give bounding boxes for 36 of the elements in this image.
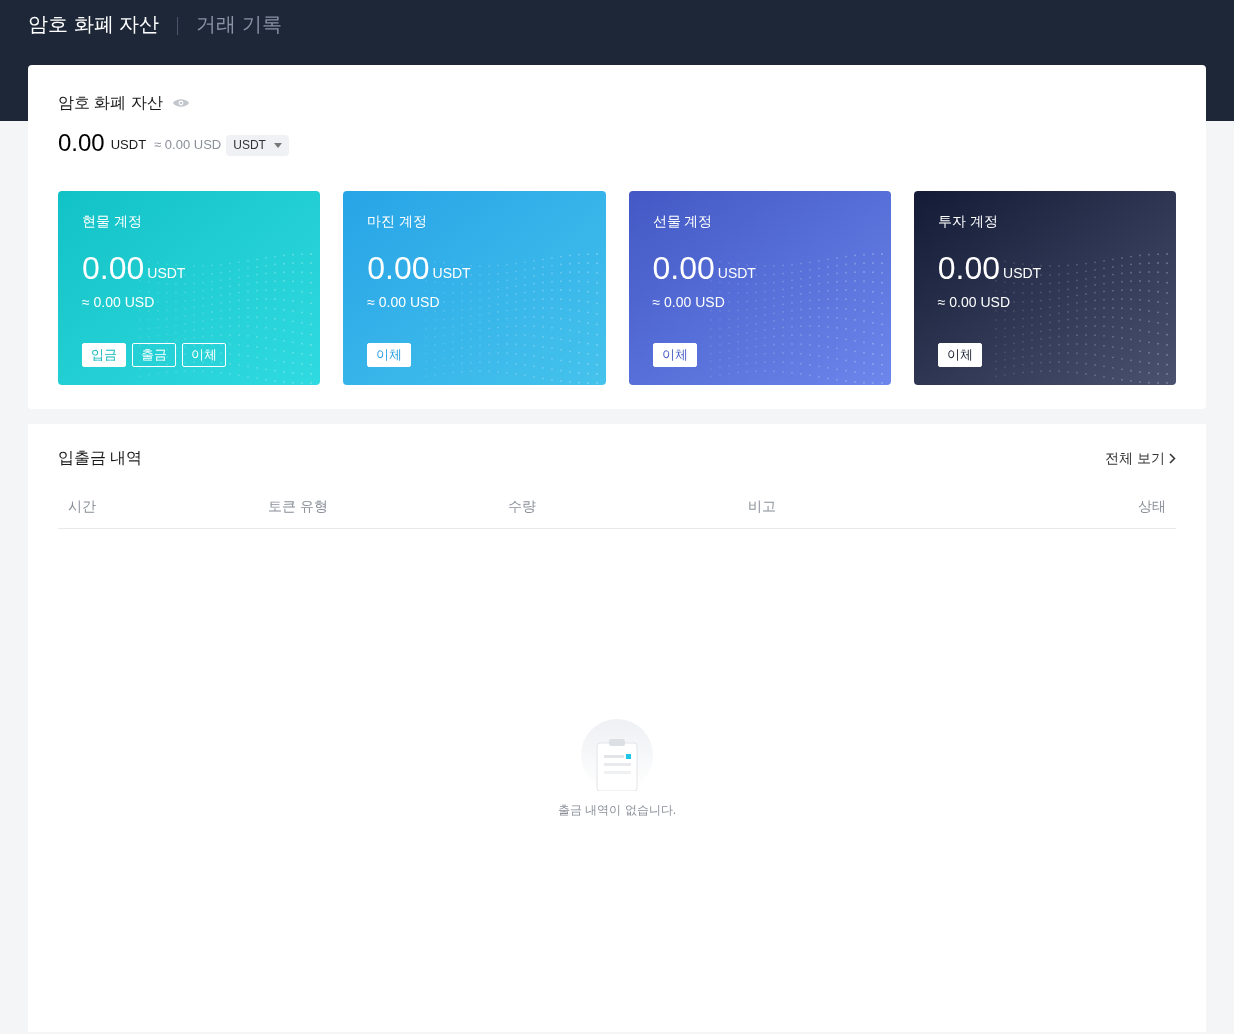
column-header: 상태 [1138, 497, 1166, 516]
account-approx: ≈ 0.00 USD [937, 293, 1012, 312]
total-amount: 0.00 [58, 128, 105, 158]
account-action-button[interactable]: 이체 [652, 343, 697, 367]
currency-select[interactable]: USDT [226, 134, 289, 156]
empty-message: 출금 내역이 없습니다. [558, 802, 676, 819]
account-approx: ≈ 0.00 USD [367, 293, 441, 312]
chevron-right-icon [1169, 452, 1176, 464]
account-name: 현물 계정 [82, 212, 143, 231]
column-header: 수량 [508, 497, 537, 516]
eye-icon[interactable] [172, 98, 189, 108]
account-unit: USDT [147, 264, 186, 283]
account-name: 선물 계정 [652, 212, 714, 231]
account-unit: USDT [717, 264, 756, 283]
account-amount: 0.00 [937, 250, 1001, 286]
column-header: 토큰 유형 [268, 497, 329, 516]
account-unit: USDT [432, 264, 471, 283]
account-approx: ≈ 0.00 USD [82, 293, 156, 312]
total-unit: USDT [110, 136, 147, 155]
account-amount: 0.00 [652, 250, 715, 286]
account-action-button[interactable]: 이체 [937, 343, 982, 367]
caret-icon [273, 142, 282, 148]
account-name: 투자 계정 [937, 212, 999, 231]
account-approx: ≈ 0.00 USD [652, 293, 726, 312]
header-tab[interactable]: 거래 기록 [196, 10, 282, 38]
account-name: 마진 계정 [367, 212, 429, 231]
view-all-link[interactable]: 전체 보기 [1105, 447, 1176, 469]
column-header: 비고 [748, 497, 777, 516]
assets-title: 암호 화폐 자산 [58, 93, 163, 113]
history-title: 입출금 내역 [58, 448, 143, 468]
account-amount: 0.00 [82, 250, 145, 286]
total-approx: ≈ 0.00 USD [154, 136, 222, 155]
header-tab[interactable]: 암호 화폐 자산 [28, 10, 160, 38]
account-amount: 0.00 [367, 250, 430, 286]
column-header: 시간 [68, 497, 97, 516]
account-unit: USDT [1003, 264, 1042, 283]
